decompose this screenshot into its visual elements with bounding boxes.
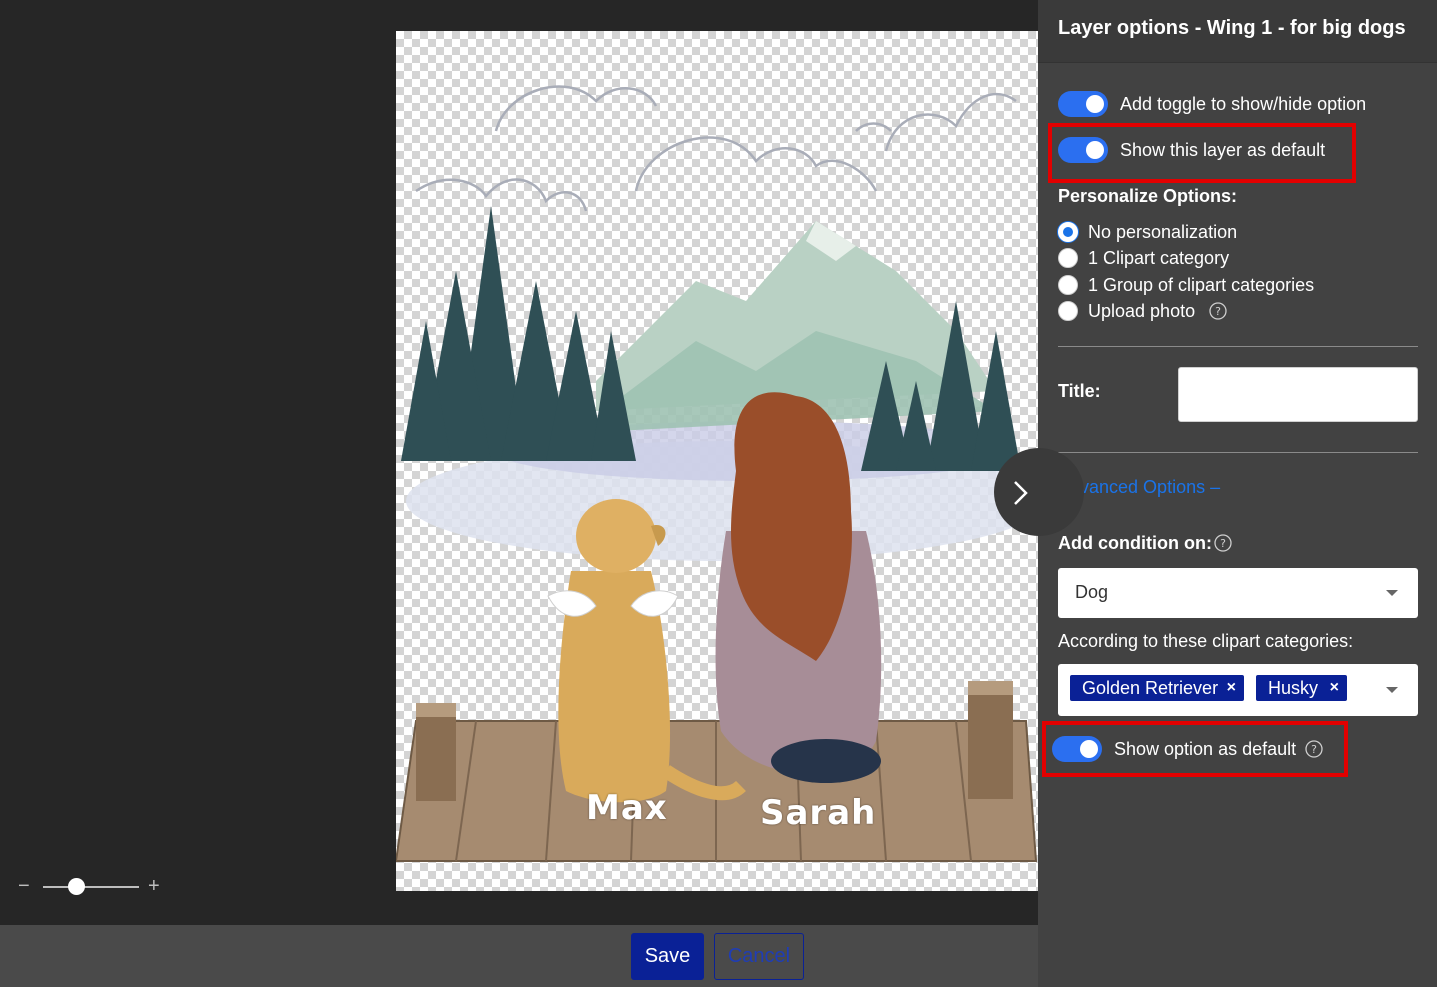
divider (1058, 452, 1418, 453)
categories-multiselect[interactable]: Golden Retriever × Husky × (1058, 664, 1418, 716)
help-icon[interactable]: ? (1305, 740, 1323, 758)
toggle-knob (1086, 95, 1104, 113)
condition-select-value: Dog (1075, 582, 1109, 602)
default-option-toggle-label: Show option as default (1114, 739, 1297, 759)
panel-header: Layer options - Wing 1 - for big dogs (1038, 0, 1437, 63)
help-icon[interactable]: ? (1209, 302, 1227, 320)
radio-group-clipart-categories[interactable] (1058, 275, 1078, 295)
radio-clipart-category[interactable] (1058, 248, 1078, 268)
condition-select[interactable]: Dog (1058, 568, 1418, 618)
dock (396, 681, 1038, 862)
show-hide-toggle-label: Add toggle to show/hide option (1120, 94, 1367, 114)
radio-no-personalization[interactable] (1058, 222, 1078, 242)
save-button[interactable]: Save (631, 933, 704, 980)
svg-text:?: ? (1215, 305, 1221, 318)
title-input[interactable] (1178, 367, 1418, 422)
radio-label: Upload photo (1088, 301, 1196, 321)
collapse-dash-icon: – (1210, 477, 1221, 497)
chip-golden-retriever: Golden Retriever × (1070, 675, 1244, 701)
svg-text:?: ? (1220, 537, 1226, 550)
zoom-out-button[interactable]: − (18, 874, 30, 898)
artboard[interactable]: Max Sarah (396, 31, 1038, 891)
chevron-down-icon (1386, 687, 1398, 693)
default-layer-toggle-label: Show this layer as default (1120, 140, 1326, 160)
chevron-right-icon (1014, 481, 1028, 505)
close-icon[interactable]: × (1330, 675, 1339, 701)
chip-label: Golden Retriever (1082, 678, 1219, 698)
close-icon[interactable]: × (1227, 675, 1236, 701)
show-hide-toggle[interactable] (1058, 91, 1108, 117)
zoom-slider-thumb[interactable] (68, 878, 86, 895)
chip-label: Husky (1268, 678, 1319, 698)
toggle-knob (1080, 740, 1098, 758)
zoom-in-button[interactable]: + (148, 874, 160, 898)
divider (1058, 346, 1418, 347)
chevron-down-icon (1386, 590, 1398, 596)
footer-bar: Save Cancel (0, 925, 1038, 987)
zoom-slider-track[interactable] (43, 886, 139, 888)
default-option-toggle[interactable] (1052, 736, 1102, 762)
title-field-label: Title: (1058, 381, 1101, 401)
radio-label: No personalization (1088, 222, 1238, 242)
chip-husky: Husky × (1256, 675, 1347, 701)
help-icon[interactable]: ? (1214, 534, 1232, 552)
zoom-control: − + (18, 874, 168, 900)
clouds (415, 85, 1017, 212)
condition-label: Add condition on: (1058, 533, 1212, 553)
panel-title: Layer options - Wing 1 - for big dogs (1058, 17, 1406, 39)
left-trees (401, 206, 636, 461)
layer-options-panel: Layer options - Wing 1 - for big dogs Ad… (1038, 0, 1437, 987)
default-layer-toggle[interactable] (1058, 137, 1108, 163)
dog-name-text[interactable]: Max (586, 788, 668, 828)
collapse-panel-button[interactable] (994, 448, 1084, 536)
personalize-heading: Personalize Options: (1058, 186, 1238, 206)
toggle-knob (1086, 141, 1104, 159)
radio-label: 1 Clipart category (1088, 248, 1230, 268)
svg-text:?: ? (1311, 743, 1317, 756)
person-name-text[interactable]: Sarah (760, 793, 876, 833)
canvas-area: Max Sarah − + (0, 0, 1038, 925)
cancel-button[interactable]: Cancel (714, 933, 804, 980)
radio-upload-photo[interactable] (1058, 301, 1078, 321)
radio-label: 1 Group of clipart categories (1088, 275, 1315, 295)
categories-label: According to these clipart categories: (1058, 631, 1354, 651)
artwork-illustration (396, 85, 1038, 862)
